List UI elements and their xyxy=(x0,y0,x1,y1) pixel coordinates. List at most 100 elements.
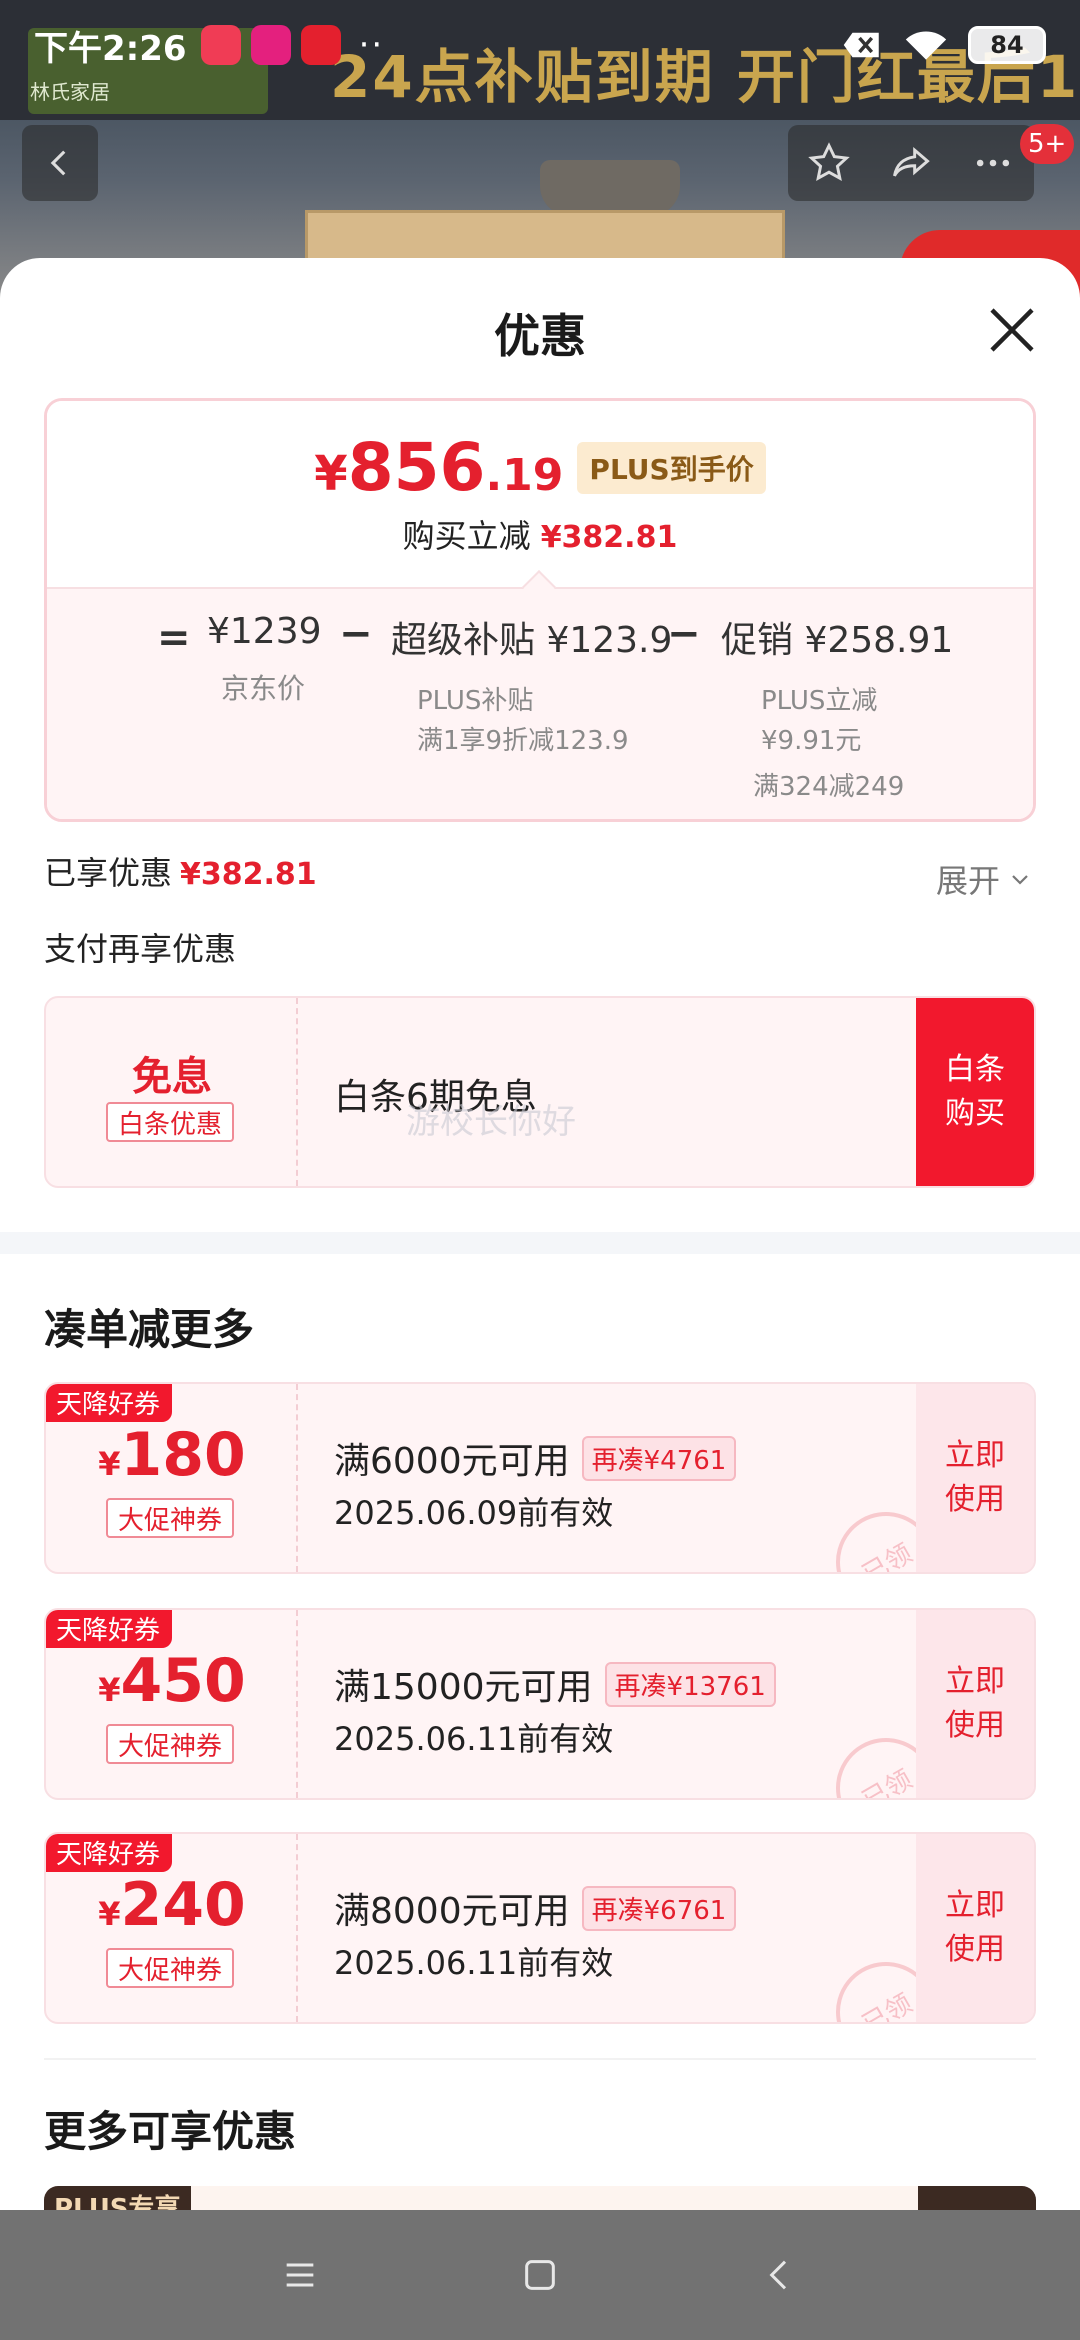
coupon-ribbon: 天降好券 xyxy=(46,1834,173,1872)
coupon-expiry: 2025.06.11前有效 xyxy=(334,1944,614,1982)
back-button[interactable] xyxy=(22,125,98,201)
plus-offer-card-peek[interactable]: PLUS专享 xyxy=(44,2186,1036,2210)
use-now-label: 立即 使用 xyxy=(945,1888,1005,1967)
wifi-icon xyxy=(905,31,947,60)
nav-home-button[interactable] xyxy=(510,2245,570,2305)
baitiao-offer-left: 免息 白条优惠 xyxy=(46,998,298,1186)
back-arrow-icon xyxy=(50,150,66,176)
bundle-section-title: 凑单减更多 xyxy=(44,1305,255,1354)
price-summary: ¥ 856 .19 PLUS到手价 购买立减 ¥382.81 xyxy=(47,401,1033,587)
nav-back-button[interactable] xyxy=(750,2245,810,2305)
subsidy-note-rule: 满1享9折减123.9 xyxy=(417,726,629,756)
equals-sign: = xyxy=(157,615,191,661)
section-divider-thin xyxy=(44,2058,1036,2060)
sim-no-signal-icon xyxy=(843,32,879,58)
super-subsidy: 超级补贴 ¥123.9 xyxy=(391,620,673,661)
status-time: 下午2:26 xyxy=(34,28,187,69)
price-calculation: = ¥1239 京东价 − 超级补贴 ¥123.9 PLUS补贴 满1享9折减1… xyxy=(47,587,1033,819)
promo-note-plus: PLUS立减 xyxy=(761,686,878,716)
coupon-amount: ¥180 xyxy=(98,1420,246,1490)
plus-price-tag: PLUS到手价 xyxy=(577,441,766,494)
coupon-condition-row: 满15000元可用 再凑¥13761 xyxy=(334,1658,776,1710)
more-notifications-dots: ·· xyxy=(358,25,385,65)
coupon-card[interactable]: ¥240 大促神券 天降好券 满8000元可用 再凑¥6761 2025.06.… xyxy=(44,1832,1036,2024)
coupon-expiry: 2025.06.11前有效 xyxy=(334,1720,614,1758)
coupon-amount: ¥450 xyxy=(98,1646,246,1716)
coupon-tag: 大促神券 xyxy=(106,1724,234,1764)
instant-discount: 购买立减 ¥382.81 xyxy=(47,511,1033,557)
square-home-icon xyxy=(525,2260,555,2290)
nav-menu-button[interactable] xyxy=(270,2245,330,2305)
coupon-ribbon: 天降好券 xyxy=(46,1610,173,1648)
coupon-condition-row: 满6000元可用 再凑¥4761 xyxy=(334,1432,737,1484)
use-now-button[interactable]: 立即 使用 xyxy=(916,1834,1034,2022)
coupon-tag: 大促神券 xyxy=(106,1498,234,1538)
status-right: 84 xyxy=(842,26,1046,64)
product-basket-image xyxy=(540,160,680,216)
coupon-card[interactable]: ¥180 大促神券 天降好券 满6000元可用 再凑¥4761 2025.06.… xyxy=(44,1382,1036,1574)
coupon-condition-row: 满8000元可用 再凑¥6761 xyxy=(334,1882,737,1934)
price-integer: 856 xyxy=(347,429,486,506)
app-jd-icon xyxy=(300,25,341,65)
subsidy-note-plus: PLUS补贴 xyxy=(417,686,534,716)
use-now-label: 立即 使用 xyxy=(945,1438,1005,1517)
use-now-label: 立即 使用 xyxy=(945,1664,1005,1743)
instant-discount-value: ¥382.81 xyxy=(540,520,678,555)
section-divider xyxy=(0,1232,1080,1254)
coupon-condition: 满15000元可用 xyxy=(334,1667,593,1708)
expand-label: 展开 xyxy=(936,862,1001,900)
payment-section-title: 支付再享优惠 xyxy=(44,930,237,968)
coupon-condition: 满6000元可用 xyxy=(334,1441,570,1482)
discount-sheet: 优惠 ¥ 856 .19 PLUS到手价 购买立减 ¥382.81 = ¥1239… xyxy=(0,258,1080,2210)
plus-exclusive-ribbon: PLUS专享 xyxy=(44,2186,191,2210)
coupon-remaining-amount: 再凑¥13761 xyxy=(604,1661,776,1707)
message-badge: 5+ xyxy=(1020,124,1075,164)
app-shop-icon xyxy=(250,25,291,65)
user-watermark: 游校长你好 xyxy=(406,1102,576,1142)
price-currency: ¥ xyxy=(314,446,348,502)
status-bar: 下午2:26 ·· 84 xyxy=(0,0,1080,90)
star-icon[interactable] xyxy=(807,141,851,185)
price-breakdown-card: ¥ 856 .19 PLUS到手价 购买立减 ¥382.81 = ¥1239 京东… xyxy=(44,398,1036,822)
use-now-button[interactable]: 立即 使用 xyxy=(916,1610,1034,1798)
plus-offer-button[interactable] xyxy=(918,2186,1036,2210)
enjoyed-discount-value: ¥382.81 xyxy=(180,857,317,892)
baitiao-offer-tag: 白条优惠 xyxy=(106,1102,234,1142)
sheet-title: 优惠 xyxy=(494,309,586,363)
coupon-ribbon: 天降好券 xyxy=(46,1384,173,1422)
notification-app-icons xyxy=(200,25,341,65)
more-section-title: 更多可享优惠 xyxy=(44,2107,297,2156)
baitiao-buy-label: 白条 购买 xyxy=(945,1052,1005,1131)
enjoyed-discount-label: 已享优惠 xyxy=(44,854,173,892)
use-now-button[interactable]: 立即 使用 xyxy=(916,1384,1034,1572)
promo-note-rule: 满324减249 xyxy=(753,772,905,802)
nav-back-icon xyxy=(769,2260,787,2290)
header-actions xyxy=(788,125,1034,201)
app-618-icon xyxy=(200,25,241,65)
coupon-remaining-amount: 再凑¥4761 xyxy=(581,1435,737,1481)
coupon-expiry: 2025.06.09前有效 xyxy=(334,1494,614,1532)
coupon-tag: 大促神券 xyxy=(106,1948,234,1988)
baitiao-offer-card[interactable]: 免息 白条优惠 白条6期免息 游校长你好 白条 购买 xyxy=(44,996,1036,1188)
battery-indicator: 84 xyxy=(968,26,1046,64)
price-decimal: .19 xyxy=(485,450,564,501)
more-dots-icon[interactable] xyxy=(971,141,1015,185)
system-nav-bar xyxy=(0,2210,1080,2340)
base-price-label: 京东价 xyxy=(221,672,306,705)
instant-discount-label: 购买立减 xyxy=(402,517,531,555)
menu-lines-icon xyxy=(286,2263,314,2287)
minus-sign-2: − xyxy=(667,611,701,657)
share-icon[interactable] xyxy=(888,141,934,185)
enjoyed-discount: 已享优惠 ¥382.81 xyxy=(44,848,317,894)
coupon-condition: 满8000元可用 xyxy=(334,1891,570,1932)
baitiao-offer-title: 免息 xyxy=(132,1054,212,1100)
promo-note-amount: ¥9.91元 xyxy=(761,726,862,756)
final-price: ¥ 856 .19 PLUS到手价 xyxy=(47,429,1033,506)
base-price: ¥1239 xyxy=(207,611,322,652)
close-icon[interactable] xyxy=(982,300,1042,360)
baitiao-buy-button[interactable]: 白条 购买 xyxy=(916,998,1034,1186)
coupon-remaining-amount: 再凑¥6761 xyxy=(581,1885,737,1931)
coupon-card[interactable]: ¥450 大促神券 天降好券 满15000元可用 再凑¥13761 2025.0… xyxy=(44,1608,1036,1800)
minus-sign-1: − xyxy=(339,611,373,657)
expand-button[interactable]: 展开 xyxy=(936,856,1032,902)
